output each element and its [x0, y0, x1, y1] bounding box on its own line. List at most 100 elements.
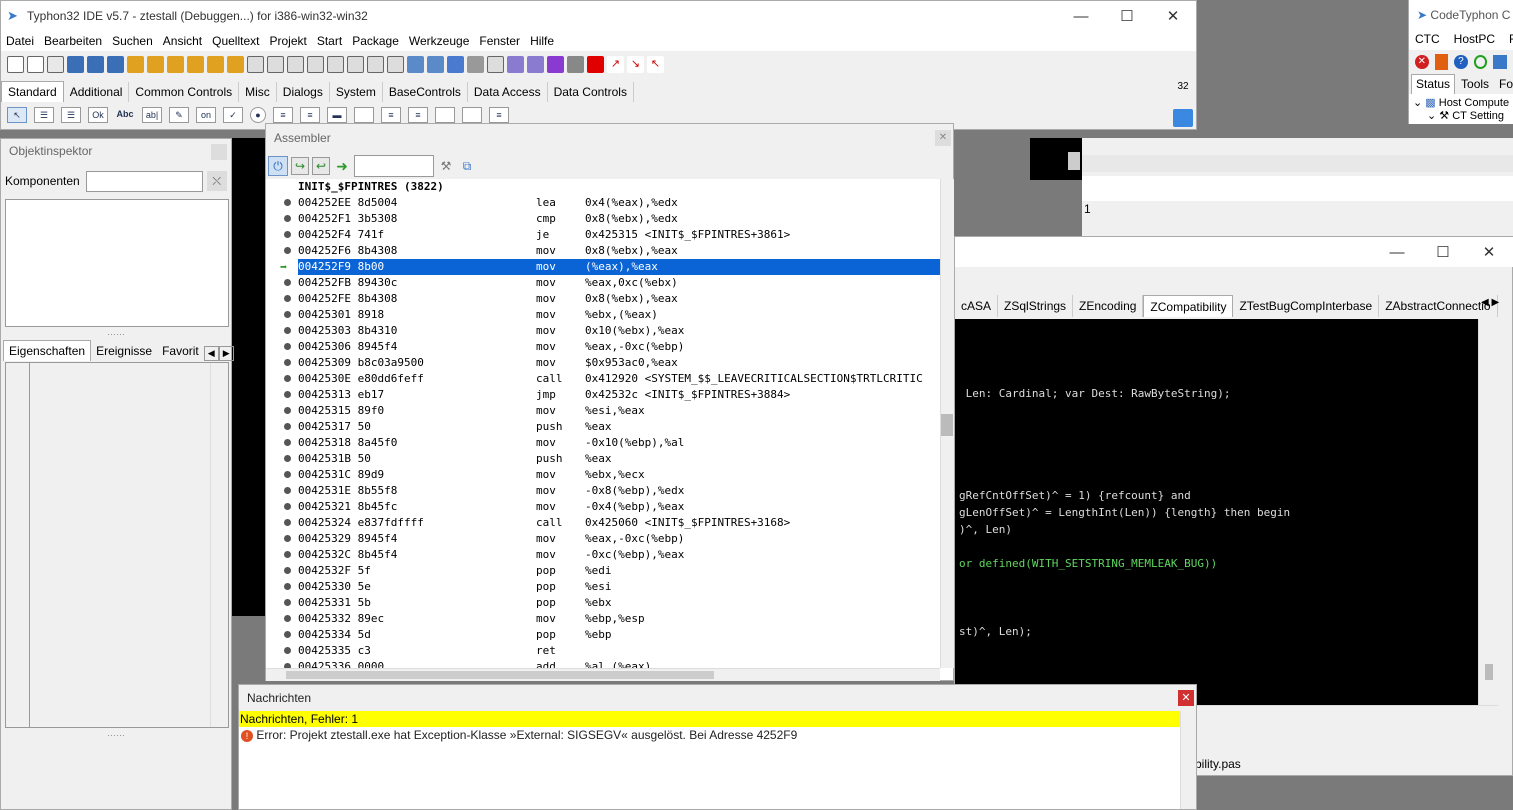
- source-vertical-scrollbar[interactable]: [1478, 319, 1498, 705]
- radiogroup-icon[interactable]: ≡: [381, 107, 401, 123]
- stop-icon[interactable]: [587, 55, 604, 73]
- messages-close-button[interactable]: ✕: [1178, 690, 1194, 706]
- source-minimize-button[interactable]: —: [1374, 237, 1420, 267]
- new-form-icon[interactable]: [27, 55, 44, 73]
- ctc-tree-item-host[interactable]: ⌄ ▩ Host Compute: [1413, 96, 1509, 109]
- ctc-refresh-icon[interactable]: [1473, 55, 1488, 69]
- step-into-icon[interactable]: ↗: [607, 55, 624, 73]
- listbox-icon[interactable]: ≡: [273, 107, 293, 123]
- tab-additional[interactable]: Additional: [63, 82, 130, 102]
- tab-ztestbugcompinterbase[interactable]: ZTestBugCompInterbase: [1233, 295, 1380, 317]
- maximize-button[interactable]: ☐: [1104, 1, 1150, 31]
- config-icon[interactable]: [487, 55, 504, 73]
- disassembly-row[interactable]: 0042532C 8b45f4 mov -0xc(%ebp),%eax: [266, 547, 940, 563]
- breakpoint-dot-icon[interactable]: [284, 583, 291, 590]
- breakpoint-dot-icon[interactable]: [284, 391, 291, 398]
- editor-scrollbar-thumb[interactable]: [1068, 152, 1080, 170]
- disassembly-list[interactable]: INIT$_$FPINTRES (3822) 004252EE 8d5004 le…: [266, 179, 940, 668]
- step-into-icon[interactable]: ↪: [291, 156, 309, 175]
- breakpoint-dot-icon[interactable]: [284, 439, 291, 446]
- tab-ereignisse[interactable]: Ereignisse: [91, 341, 157, 361]
- disassembly-row[interactable]: 004252F6 8b4308 mov 0x8(%ebx),%eax: [266, 243, 940, 259]
- splitter-grip[interactable]: ……: [1, 327, 231, 337]
- goto-arrow-icon[interactable]: ➜: [333, 157, 351, 175]
- breakpoint-dot-icon[interactable]: [284, 647, 291, 654]
- error-message-row[interactable]: ! Error: Projekt ztestall.exe hat Except…: [239, 727, 1196, 744]
- source-tabs-scroll[interactable]: ◀ ▶: [1481, 297, 1499, 308]
- splitter-grip[interactable]: ……: [1, 728, 231, 738]
- combobox-icon[interactable]: ≡: [300, 107, 320, 123]
- disassembly-row[interactable]: 00425321 8b45fc mov -0x4(%ebp),%eax: [266, 499, 940, 515]
- menu-projekt[interactable]: Projekt: [264, 34, 311, 48]
- package3-icon[interactable]: [207, 55, 224, 73]
- package-icon[interactable]: [167, 55, 184, 73]
- tab-common-controls[interactable]: Common Controls: [129, 82, 240, 102]
- disassembly-row[interactable]: 00425313 eb17 jmp 0x42532c <INIT$_$FPINTRE…: [266, 387, 940, 403]
- messages-scrollbar[interactable]: [1180, 711, 1196, 809]
- tab-data-access[interactable]: Data Access: [467, 82, 548, 102]
- tab-zsqlstrings[interactable]: ZSqlStrings: [998, 295, 1074, 317]
- pointer-icon[interactable]: ↖: [7, 107, 27, 123]
- disassembly-row[interactable]: 004252FE 8b4308 mov 0x8(%ebx),%eax: [266, 291, 940, 307]
- radiobutton-icon[interactable]: ●: [250, 107, 266, 123]
- togglebox-icon[interactable]: on: [196, 107, 216, 123]
- options-icon[interactable]: [327, 55, 344, 73]
- tab-dialogs[interactable]: Dialogs: [276, 82, 330, 102]
- source-code-editor[interactable]: Len: Cardinal; var Dest: RawByteString);…: [955, 319, 1478, 705]
- close-button[interactable]: ✕: [1150, 1, 1196, 31]
- mainmenu-icon[interactable]: ☰: [34, 107, 54, 123]
- disassembly-row[interactable]: 00425301 8918 mov %ebx,(%eax): [266, 307, 940, 323]
- build-icon[interactable]: [127, 55, 144, 73]
- disassembly-row[interactable]: 00425329 8945f4 mov %eax,-0xc(%ebp): [266, 531, 940, 547]
- units-icon[interactable]: [247, 55, 264, 73]
- tab-standard[interactable]: Standard: [1, 81, 64, 102]
- pause-icon[interactable]: [567, 55, 584, 73]
- breakpoint-dot-icon[interactable]: [284, 311, 291, 318]
- menu-fenster[interactable]: Fenster: [474, 34, 525, 48]
- menu-suchen[interactable]: Suchen: [107, 34, 158, 48]
- panel-icon[interactable]: [435, 107, 455, 123]
- source-scroll-thumb[interactable]: [1485, 664, 1493, 680]
- disassembly-row[interactable]: 004252EE 8d5004 lea 0x4(%eax),%edx: [266, 195, 940, 211]
- breakpoint-dot-icon[interactable]: [284, 215, 291, 222]
- ctc-stop-icon[interactable]: ✕: [1415, 55, 1429, 69]
- disassembly-row-current[interactable]: ➡ 004252F9 8b00 mov (%eax),%eax: [266, 259, 940, 275]
- disassembly-row[interactable]: 00425330 5e pop %esi: [266, 579, 940, 595]
- tab-system[interactable]: System: [329, 82, 383, 102]
- disassembly-row[interactable]: 0042531E 8b55f8 mov -0x8(%ebp),%edx: [266, 483, 940, 499]
- find-icon[interactable]: [107, 55, 124, 73]
- breakpoint-dot-icon[interactable]: [284, 567, 291, 574]
- breakpoint-dot-icon[interactable]: [284, 327, 291, 334]
- checkgroup-icon[interactable]: ≡: [408, 107, 428, 123]
- menu-hilfe[interactable]: Hilfe: [525, 34, 559, 48]
- tool2-icon[interactable]: [367, 55, 384, 73]
- toggle-icon[interactable]: [287, 55, 304, 73]
- debug-icon[interactable]: [407, 55, 424, 73]
- copy-icon[interactable]: ⧉: [458, 157, 476, 175]
- tab-zabstractconnection[interactable]: ZAbstractConnectio: [1379, 295, 1498, 317]
- disassembly-row[interactable]: 00425335 c3 ret: [266, 643, 940, 659]
- step-over-icon[interactable]: ↩: [312, 156, 330, 175]
- disassembly-row[interactable]: 00425318 8a45f0 mov -0x10(%ebp),%al: [266, 435, 940, 451]
- components-tree[interactable]: [5, 199, 229, 327]
- checkbox-icon[interactable]: ✓: [223, 107, 243, 123]
- breakpoint-dot-icon[interactable]: [284, 519, 291, 526]
- tab-basecontrols[interactable]: BaseControls: [382, 82, 468, 102]
- menu-ansicht[interactable]: Ansicht: [158, 34, 207, 48]
- layout-icon[interactable]: [447, 55, 464, 73]
- disassembly-row[interactable]: 00425334 5d pop %ebp: [266, 627, 940, 643]
- disassembly-row[interactable]: 0042531C 89d9 mov %ebx,%ecx: [266, 467, 940, 483]
- ctc-help-icon[interactable]: ?: [1454, 55, 1468, 69]
- address-input[interactable]: [354, 154, 434, 177]
- save-icon[interactable]: [47, 55, 64, 73]
- source-close-button[interactable]: ✕: [1466, 237, 1512, 267]
- chevron-left-icon[interactable]: ◀: [203, 346, 219, 361]
- breakpoint-dot-icon[interactable]: [284, 631, 291, 638]
- chevron-right-icon[interactable]: ▶: [218, 346, 234, 361]
- disassembly-row[interactable]: 00425336 0000 add %al,(%eax): [266, 659, 940, 668]
- breakpoint-dot-icon[interactable]: [284, 471, 291, 478]
- palette-scroll-down-icon[interactable]: [1173, 109, 1193, 127]
- ctc-tab-fo[interactable]: Fo: [1495, 74, 1513, 94]
- menu-datei[interactable]: Datei: [1, 34, 39, 48]
- goto-address-icon[interactable]: ⚒: [437, 157, 455, 175]
